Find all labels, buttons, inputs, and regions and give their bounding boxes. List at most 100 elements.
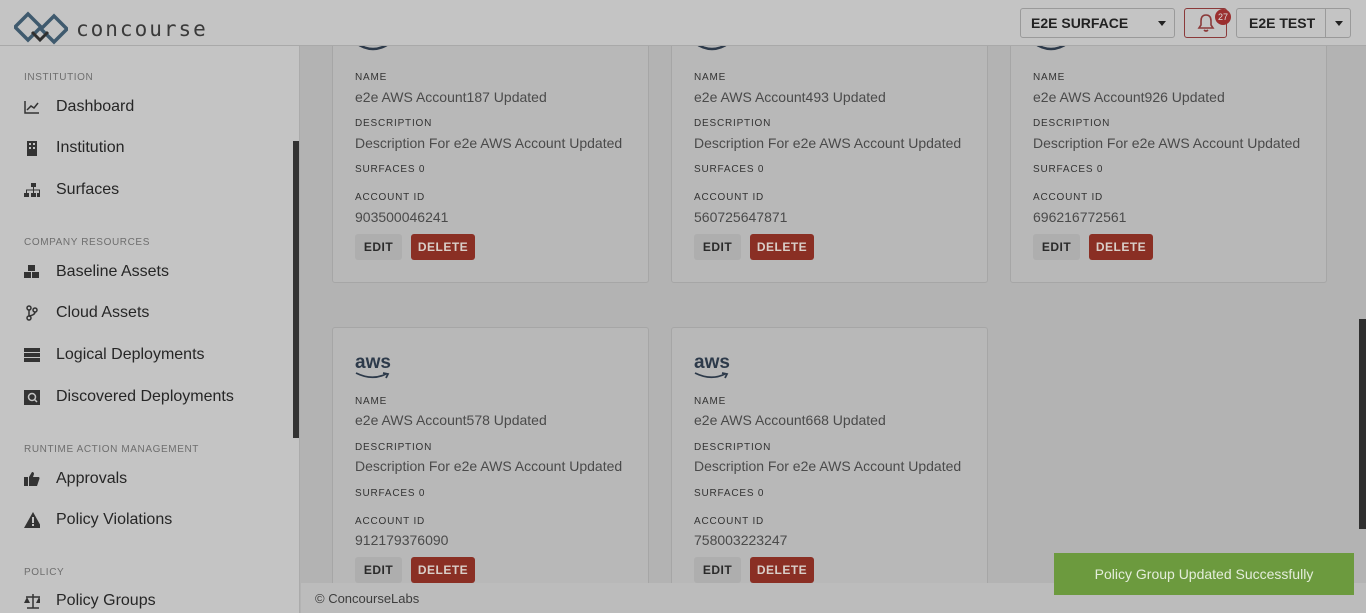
- account-id: 696216772561: [1033, 209, 1127, 225]
- account-id-label: ACCOUNT ID: [694, 192, 765, 203]
- account-description: Description For e2e AWS Account Updated: [355, 458, 623, 474]
- account-id-label: ACCOUNT ID: [355, 516, 426, 527]
- account-name: e2e AWS Account493 Updated: [694, 89, 886, 105]
- building-icon: [24, 140, 40, 156]
- sidebar-item-label: Approvals: [56, 470, 128, 487]
- delete-button[interactable]: DELETE: [750, 557, 814, 583]
- notification-count-badge: 27: [1215, 9, 1231, 25]
- sidebar-scrollbar[interactable]: [293, 141, 299, 438]
- sitemap-icon: [24, 182, 40, 198]
- edit-button[interactable]: EDIT: [355, 557, 402, 583]
- aws-smile-icon: [355, 372, 390, 379]
- sidebar-item-logical-deployments[interactable]: Logical Deployments: [24, 343, 205, 367]
- sidebar-item-label: Surfaces: [56, 181, 120, 198]
- account-id-label: ACCOUNT ID: [355, 192, 426, 203]
- section-title-company-resources: COMPANY RESOURCES: [24, 237, 150, 248]
- account-id-label: ACCOUNT ID: [694, 516, 765, 527]
- delete-button[interactable]: DELETE: [1089, 234, 1153, 260]
- aws-logo: aws: [355, 352, 391, 373]
- sidebar-item-surfaces[interactable]: Surfaces: [24, 178, 119, 202]
- edit-button[interactable]: EDIT: [694, 557, 741, 583]
- edit-button[interactable]: EDIT: [694, 234, 741, 260]
- name-label: NAME: [694, 396, 727, 407]
- warning-icon: [24, 512, 40, 528]
- sidebar: INSTITUTION Dashboard Institution Surfac…: [0, 46, 300, 613]
- account-id: 903500046241: [355, 209, 449, 225]
- line-chart-icon: [24, 99, 40, 115]
- delete-button[interactable]: DELETE: [411, 234, 475, 260]
- account-id: 912179376090: [355, 532, 449, 548]
- sidebar-item-label: Discovered Deployments: [56, 388, 234, 405]
- code-branch-icon: [24, 305, 40, 321]
- sidebar-item-policy-groups[interactable]: Policy Groups: [24, 589, 156, 613]
- account-id: 560725647871: [694, 209, 788, 225]
- sidebar-item-label: Cloud Assets: [56, 304, 150, 321]
- logo[interactable]: concourse: [14, 10, 208, 48]
- sidebar-item-label: Logical Deployments: [56, 346, 205, 363]
- sidebar-item-baseline-assets[interactable]: Baseline Assets: [24, 260, 169, 284]
- surfaces-count: SURFACES 0: [355, 164, 426, 175]
- edit-button[interactable]: EDIT: [1033, 234, 1080, 260]
- account-card: NAME e2e AWS Account926 Updated DESCRIPT…: [1010, 30, 1327, 283]
- sidebar-item-label: Policy Violations: [56, 511, 173, 528]
- name-label: NAME: [355, 396, 388, 407]
- account-name: e2e AWS Account187 Updated: [355, 89, 547, 105]
- toast-message: Policy Group Updated Successfully: [1094, 566, 1314, 582]
- delete-button[interactable]: DELETE: [411, 557, 475, 583]
- name-label: NAME: [1033, 72, 1066, 83]
- surfaces-count: SURFACES 0: [694, 164, 765, 175]
- surface-select[interactable]: E2E SURFACE: [1020, 8, 1175, 38]
- top-header: concourse E2E SURFACE 27 E2E TEST: [0, 0, 1366, 46]
- account-card: NAME e2e AWS Account187 Updated DESCRIPT…: [332, 30, 649, 283]
- user-menu-label: E2E TEST: [1249, 15, 1316, 31]
- section-title-institution: INSTITUTION: [24, 72, 94, 83]
- chevron-down-icon: [1158, 21, 1166, 26]
- surface-select-value: E2E SURFACE: [1031, 15, 1129, 31]
- sidebar-item-approvals[interactable]: Approvals: [24, 467, 127, 491]
- user-menu[interactable]: E2E TEST: [1236, 8, 1351, 38]
- divider: [1325, 9, 1326, 37]
- account-description: Description For e2e AWS Account Updated: [694, 135, 962, 151]
- account-description: Description For e2e AWS Account Updated: [355, 135, 623, 151]
- section-title-policy: POLICY: [24, 567, 65, 578]
- sidebar-item-discovered-deployments[interactable]: Discovered Deployments: [24, 385, 234, 409]
- account-id: 758003223247: [694, 532, 788, 548]
- sidebar-item-policy-violations[interactable]: Policy Violations: [24, 508, 172, 532]
- cubes-icon: [24, 264, 40, 280]
- edit-button[interactable]: EDIT: [355, 234, 402, 260]
- sidebar-item-label: Institution: [56, 139, 125, 156]
- account-name: e2e AWS Account578 Updated: [355, 412, 547, 428]
- success-toast[interactable]: Policy Group Updated Successfully: [1054, 553, 1354, 595]
- description-label: DESCRIPTION: [694, 442, 772, 453]
- account-description: Description For e2e AWS Account Updated: [694, 458, 962, 474]
- surfaces-count: SURFACES 0: [694, 488, 765, 499]
- account-card: NAME e2e AWS Account493 Updated DESCRIPT…: [671, 30, 988, 283]
- thumbs-up-icon: [24, 471, 40, 487]
- search-server-icon: [24, 389, 40, 405]
- sidebar-item-label: Policy Groups: [56, 592, 156, 609]
- sidebar-item-dashboard[interactable]: Dashboard: [24, 95, 134, 119]
- sidebar-item-institution[interactable]: Institution: [24, 136, 124, 160]
- sidebar-item-label: Baseline Assets: [56, 263, 169, 280]
- name-label: NAME: [355, 72, 388, 83]
- account-name: e2e AWS Account926 Updated: [1033, 89, 1225, 105]
- brand-name: concourse: [76, 17, 208, 41]
- server-icon: [24, 347, 40, 363]
- aws-logo: aws: [694, 352, 730, 373]
- delete-button[interactable]: DELETE: [750, 234, 814, 260]
- aws-smile-icon: [694, 372, 729, 379]
- account-description: Description For e2e AWS Account Updated: [1033, 135, 1301, 151]
- section-title-runtime-action-management: RUNTIME ACTION MANAGEMENT: [24, 444, 200, 455]
- name-label: NAME: [694, 72, 727, 83]
- description-label: DESCRIPTION: [355, 442, 433, 453]
- description-label: DESCRIPTION: [1033, 118, 1111, 129]
- sidebar-item-label: Dashboard: [56, 98, 135, 115]
- main-scrollbar[interactable]: [1359, 319, 1366, 529]
- copyright-text: © ConcourseLabs: [315, 590, 420, 606]
- description-label: DESCRIPTION: [355, 118, 433, 129]
- account-id-label: ACCOUNT ID: [1033, 192, 1104, 203]
- description-label: DESCRIPTION: [694, 118, 772, 129]
- account-card: aws NAME e2e AWS Account668 Updated DESC…: [671, 327, 988, 597]
- chevron-down-icon: [1335, 21, 1343, 26]
- sidebar-item-cloud-assets[interactable]: Cloud Assets: [24, 301, 149, 325]
